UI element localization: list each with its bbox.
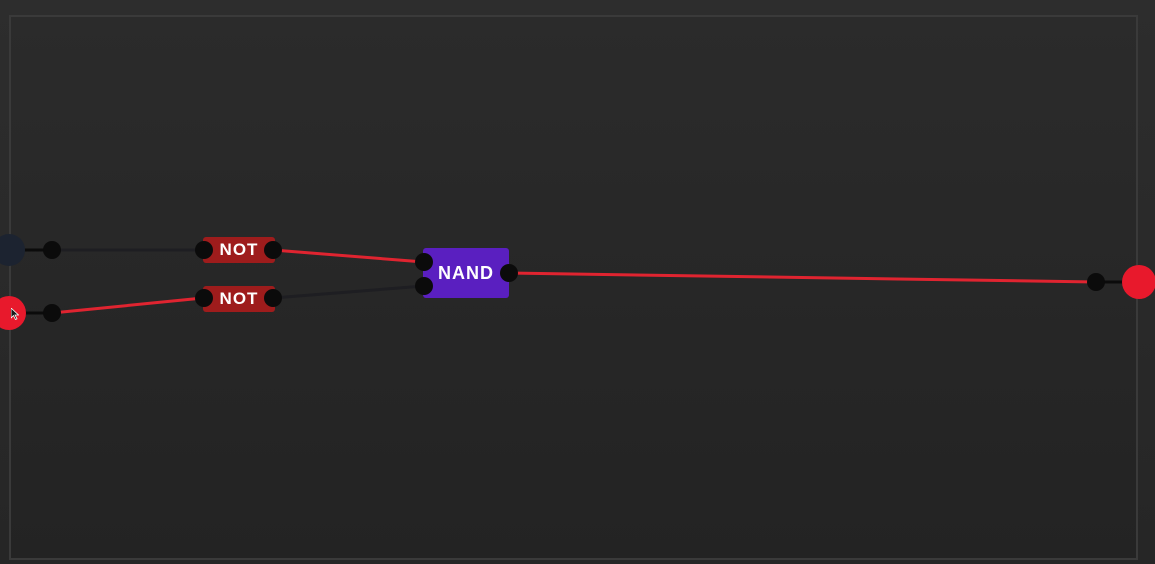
not-gate-top-label: NOT xyxy=(219,240,259,259)
output-indicator[interactable] xyxy=(1122,265,1155,299)
wire-not-bottom-to-nand[interactable] xyxy=(272,284,425,300)
nand-gate-input-pin-2[interactable] xyxy=(415,277,433,295)
input-b-pin[interactable] xyxy=(43,304,61,322)
wire-nand-to-output[interactable] xyxy=(507,271,1097,284)
not-gate-bottom-input-pin[interactable] xyxy=(195,289,213,307)
input-a-pin[interactable] xyxy=(43,241,61,259)
not-gate-top-input-pin[interactable] xyxy=(195,241,213,259)
not-gate-bottom-output-pin[interactable] xyxy=(264,289,282,307)
nand-gate-output-pin[interactable] xyxy=(500,264,518,282)
wires-layer xyxy=(10,248,1138,315)
nand-gate-input-pin-1[interactable] xyxy=(415,253,433,271)
circuit-editor: NOT NOT NAND xyxy=(0,0,1155,564)
not-gate-top-output-pin[interactable] xyxy=(264,241,282,259)
nand-gate[interactable]: NAND xyxy=(423,248,509,298)
wire-b-to-not-bottom[interactable] xyxy=(51,296,204,315)
nand-gate-label: NAND xyxy=(438,262,494,283)
wire-not-top-to-nand[interactable] xyxy=(272,248,425,264)
output-pin[interactable] xyxy=(1087,273,1105,291)
not-gate-bottom-label: NOT xyxy=(219,289,259,308)
mouse-pointer-icon xyxy=(11,308,19,320)
